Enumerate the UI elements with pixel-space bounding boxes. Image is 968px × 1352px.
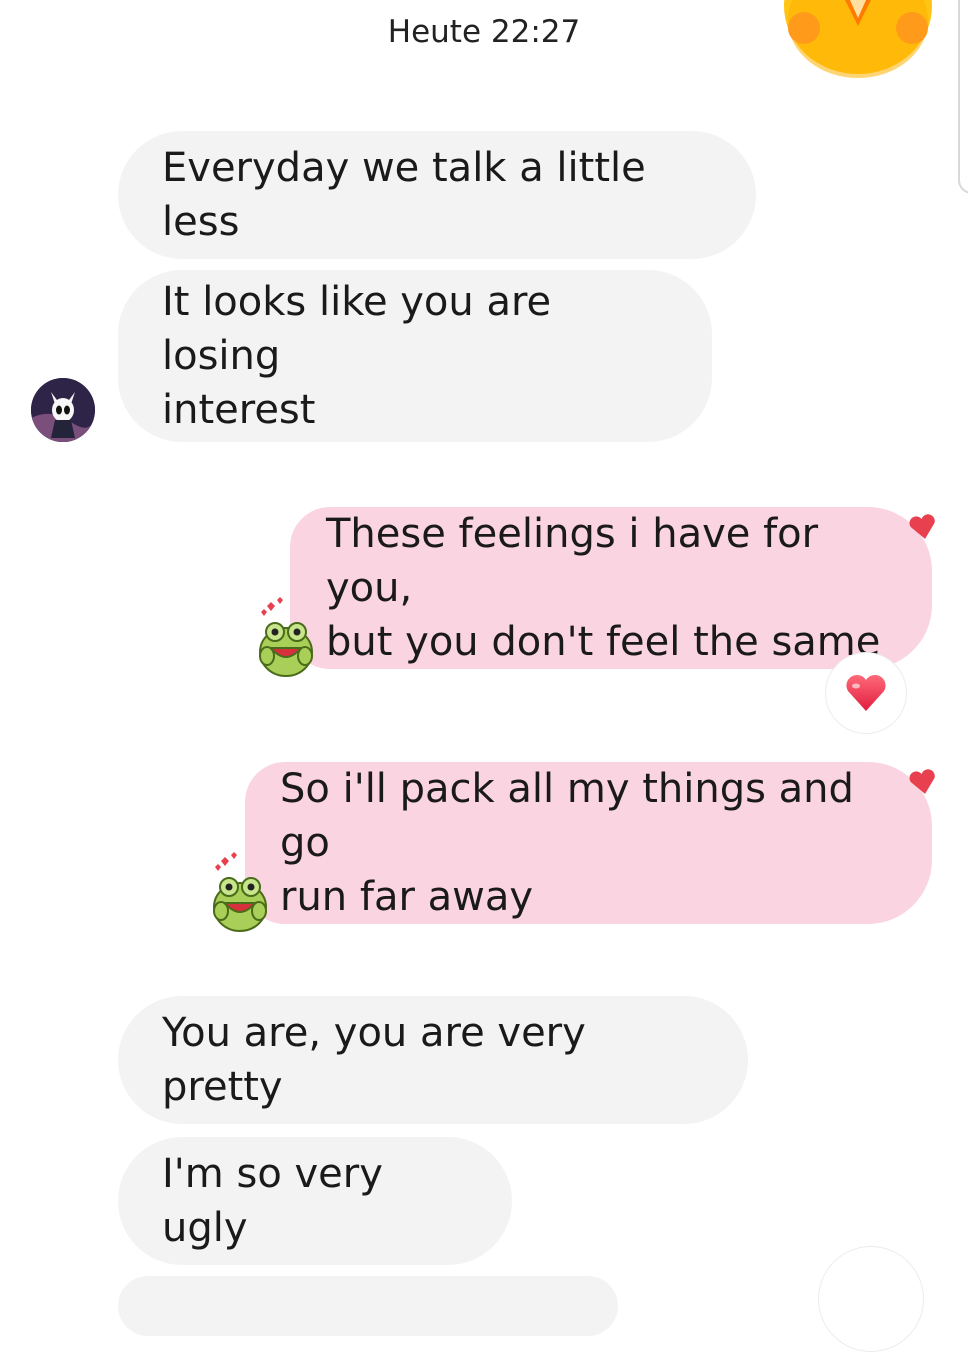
frog-sticker-icon (213, 852, 267, 932)
outgoing-message-bubble[interactable]: These feelings i have for you, but you d… (290, 507, 932, 669)
contact-avatar[interactable] (31, 378, 95, 442)
incoming-message-bubble[interactable]: Everyday we talk a little less (118, 131, 756, 259)
red-heart-emoji-icon (846, 674, 886, 711)
incoming-message-bubble[interactable]: You are, you are very pretty (118, 996, 748, 1124)
liked-heart-icon (909, 769, 935, 794)
incoming-message-bubble-partial[interactable] (118, 1276, 618, 1336)
frog-sticker-icon (259, 597, 313, 677)
outgoing-message-bubble[interactable]: So i'll pack all my things and go run fa… (245, 762, 932, 924)
hollow-knight-avatar-icon (31, 378, 95, 442)
heart-reaction-badge[interactable] (825, 652, 907, 734)
incoming-message-bubble[interactable]: It looks like you are losing interest (118, 270, 712, 442)
conversation-timestamp: Heute 22:27 (387, 14, 581, 50)
reaction-badge-partial[interactable] (818, 1246, 924, 1352)
incoming-message-bubble[interactable]: I'm so very ugly (118, 1137, 512, 1265)
liked-heart-icon (909, 514, 935, 539)
